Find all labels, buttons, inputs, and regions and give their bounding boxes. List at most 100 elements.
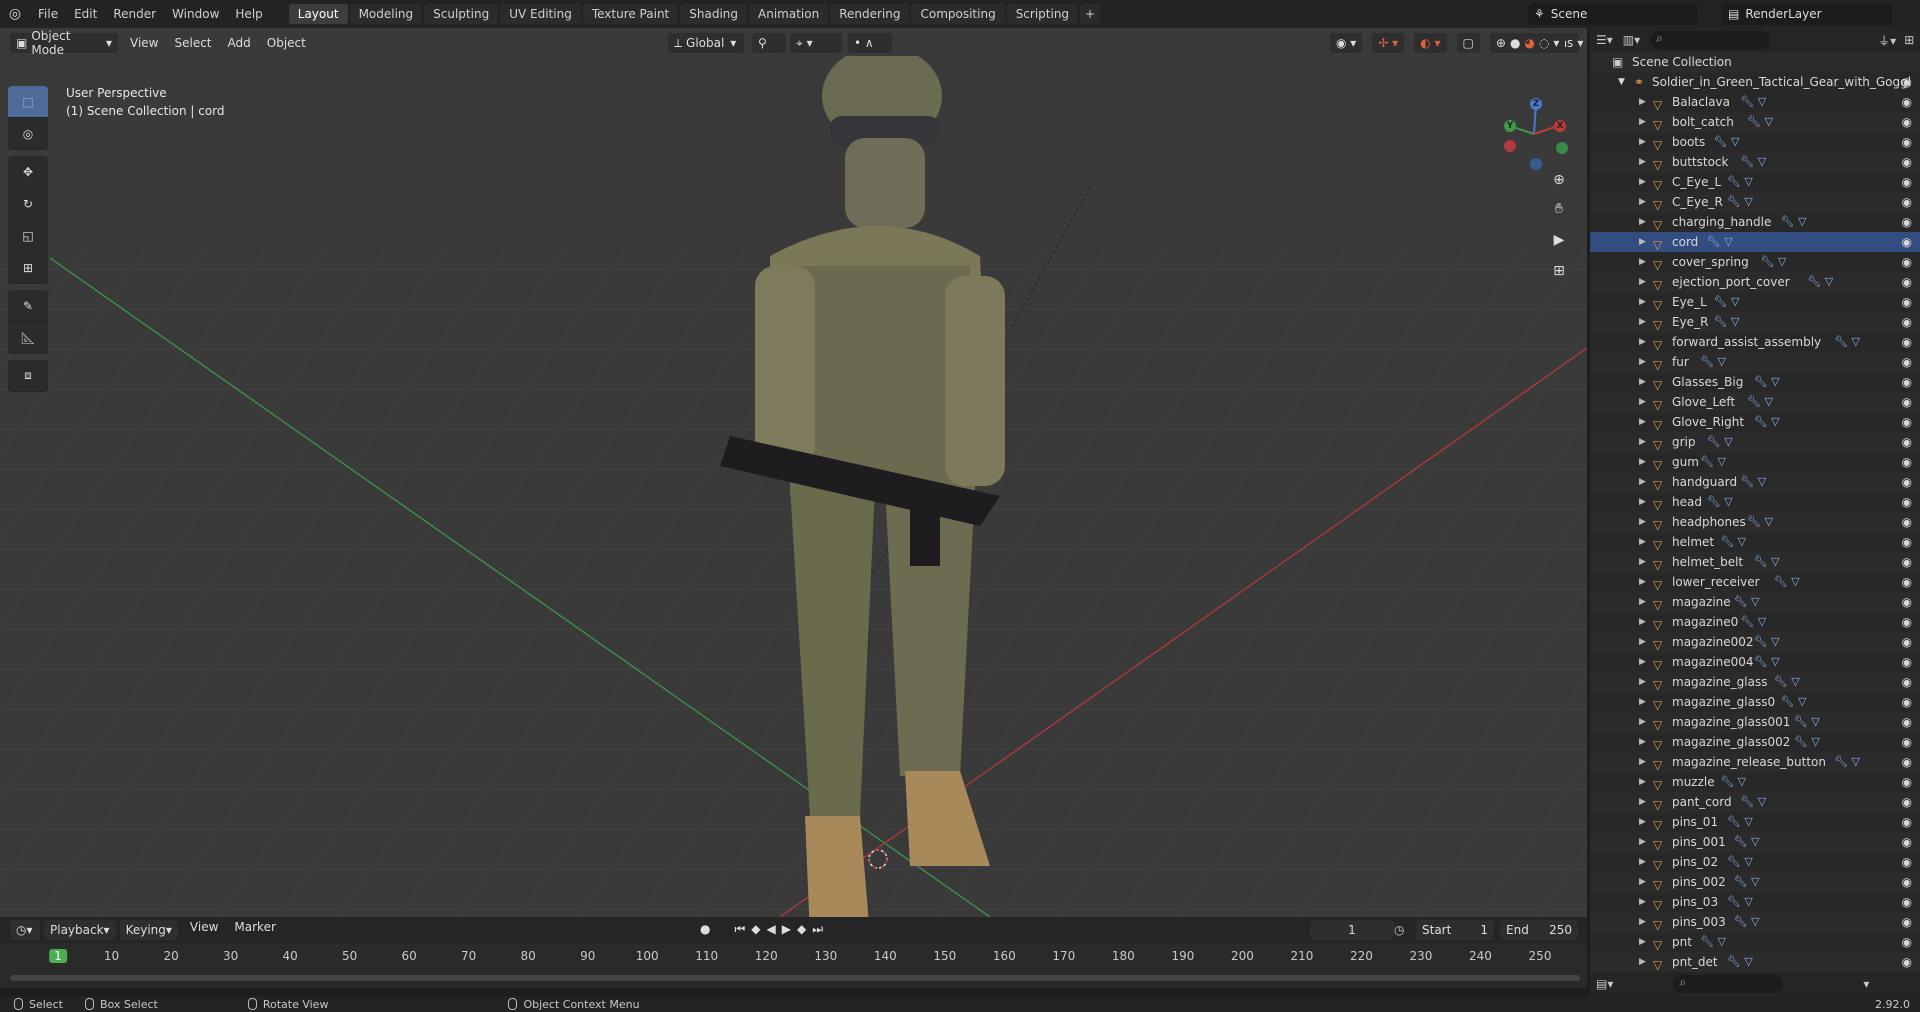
outliner-item[interactable]: ▶ ▽ fur 🔧︎ ▽ ◉ [1590,352,1920,372]
outliner-item[interactable]: ▶ ▽ lower_receiver 🔧︎ ▽ ◉ [1590,572,1920,592]
outliner-item[interactable]: ▶ ▽ magazine002 🔧︎ ▽ ◉ [1590,632,1920,652]
expand-triangle-icon[interactable]: ▶ [1639,812,1646,832]
modifier-icon[interactable]: 🔧︎ ▽ [1747,112,1773,132]
expand-triangle-icon[interactable]: ▶ [1639,232,1646,252]
eye-icon[interactable]: ◉ [1902,512,1912,532]
viewport-menu-object[interactable]: Object [259,36,314,50]
expand-triangle-icon[interactable]: ▶ [1639,172,1646,192]
modifier-icon[interactable]: 🔧︎ ▽ [1727,892,1753,912]
outliner-item[interactable]: ▶ ▽ head 🔧︎ ▽ ◉ [1590,492,1920,512]
eye-icon[interactable]: ◉ [1902,132,1912,152]
eye-icon[interactable]: ◉ [1902,552,1912,572]
orientation-dropdown[interactable]: ⟂ Global ▾ [668,33,744,53]
add-cube-tool[interactable]: ⧈ [8,360,48,392]
modifier-icon[interactable]: 🔧︎ ▽ [1754,412,1780,432]
eye-icon[interactable]: ◉ [1902,752,1912,772]
move-tool[interactable]: ✥ [8,156,48,188]
modifier-icon[interactable]: 🔧︎ ▽ [1727,172,1753,192]
view-mode-icon[interactable]: ▥▾ [1623,33,1640,47]
solid-shading-icon[interactable]: ● [1510,36,1520,50]
modifier-icon[interactable]: 🔧︎ ▽ [1720,772,1746,792]
modifier-icon[interactable]: 🔧︎ ▽ [1781,692,1807,712]
modifier-icon[interactable]: 🔧︎ ▽ [1760,252,1786,272]
proportional-edit-button[interactable]: • ∧ [848,33,892,53]
scale-tool[interactable]: ◱ [8,220,48,252]
modifier-icon[interactable]: 🔧︎ ▽ [1754,652,1780,672]
modifier-icon[interactable]: 🔧︎ ▽ [1740,92,1766,112]
3d-cursor-icon[interactable] [863,844,893,874]
expand-triangle-icon[interactable]: ▶ [1639,732,1646,752]
measure-tool[interactable]: 📐︎ [8,322,48,354]
outliner-item[interactable]: ▶ ▽ pant_cord 🔧︎ ▽ ◉ [1590,792,1920,812]
outliner-item[interactable]: ▶ ▽ bolt_catch 🔧︎ ▽ ◉ [1590,112,1920,132]
expand-triangle-icon[interactable]: ▶ [1639,152,1646,172]
eye-icon[interactable]: ◉ [1902,532,1912,552]
shading-modes[interactable]: ⊕ ● ◕ ◌ ▾ [1489,33,1566,53]
expand-triangle-icon[interactable]: ▶ [1639,292,1646,312]
eye-icon[interactable]: ◉ [1902,372,1912,392]
outliner-item[interactable]: ▶ ▽ C_Eye_R 🔧︎ ▽ ◉ [1590,192,1920,212]
outliner-item[interactable]: ▶ ▽ pins_01 🔧︎ ▽ ◉ [1590,812,1920,832]
eye-icon[interactable]: ◉ [1902,912,1912,932]
expand-triangle-icon[interactable]: ▶ [1639,472,1646,492]
outliner-item[interactable]: ▶ ▽ magazine 🔧︎ ▽ ◉ [1590,592,1920,612]
expand-triangle-icon[interactable]: ▶ [1639,412,1646,432]
scene-collection-row[interactable]: ▣ Scene Collection [1590,52,1920,72]
x-axis-icon[interactable]: X [1554,120,1566,132]
outliner-item[interactable]: ▶ ▽ Glasses_Big 🔧︎ ▽ ◉ [1590,372,1920,392]
menu-render[interactable]: Render [105,0,164,28]
modifier-icon[interactable]: 🔧︎ ▽ [1834,752,1860,772]
eye-icon[interactable]: ◉ [1902,392,1912,412]
expand-triangle-icon[interactable]: ▶ [1639,532,1646,552]
outliner-item[interactable]: ▶ ▽ Eye_R 🔧︎ ▽ ◉ [1590,312,1920,332]
eye-icon[interactable]: ◉ [1902,192,1912,212]
modifier-icon[interactable]: 🔧︎ ▽ [1734,912,1760,932]
expand-triangle-icon[interactable]: ▶ [1639,432,1646,452]
eye-icon[interactable]: ◉ [1902,272,1912,292]
tab-modeling[interactable]: Modeling [349,4,423,24]
outliner-item[interactable]: ▶ ▽ magazine0 🔧︎ ▽ ◉ [1590,612,1920,632]
outliner-item[interactable]: ▶ ▽ charging_handle 🔧︎ ▽ ◉ [1590,212,1920,232]
modifier-icon[interactable]: 🔧︎ ▽ [1754,372,1780,392]
add-workspace-button[interactable]: + [1080,4,1101,24]
editor-type-dropdown[interactable]: ◷▾ [10,920,40,940]
z-axis-icon[interactable]: Z [1530,98,1542,110]
expand-triangle-icon[interactable]: ▶ [1639,612,1646,632]
collection-row[interactable]: ▼ ⚭ Soldier_in_Green_Tactical_Gear_with_… [1590,72,1920,92]
tab-animation[interactable]: Animation [749,4,829,24]
outliner-item[interactable]: ▶ ▽ muzzle 🔧︎ ▽ ◉ [1590,772,1920,792]
expand-triangle-icon[interactable]: ▶ [1639,652,1646,672]
gizmo-toggle[interactable]: ✢ ▾ [1372,33,1405,53]
expand-triangle-icon[interactable]: ▶ [1639,512,1646,532]
eye-icon[interactable]: ◉ [1902,632,1912,652]
outliner-item[interactable]: ▶ ▽ pins_03 🔧︎ ▽ ◉ [1590,892,1920,912]
menu-edit[interactable]: Edit [66,0,105,28]
outliner-item[interactable]: ▶ ▽ pnt 🔧︎ ▽ ◉ [1590,932,1920,952]
modifier-icon[interactable]: 🔧︎ ▽ [1794,732,1820,752]
modifier-icon[interactable]: 🔧︎ ▽ [1727,852,1753,872]
outliner-item[interactable]: ▶ ▽ Eye_L 🔧︎ ▽ ◉ [1590,292,1920,312]
outliner-search-input[interactable]: ⌕ [1650,31,1771,49]
expand-triangle-icon[interactable]: ▶ [1639,92,1646,112]
expand-triangle-icon[interactable]: ▶ [1639,852,1646,872]
viewport-menu-view[interactable]: View [122,36,166,50]
editor-type-icon[interactable]: ▤▾ [1596,977,1613,991]
jump-end-icon[interactable]: ⏭ [812,922,823,937]
outliner-item[interactable]: ▶ ▽ magazine004 🔧︎ ▽ ◉ [1590,652,1920,672]
expand-triangle-icon[interactable]: ▶ [1639,312,1646,332]
outliner-item[interactable]: ▶ ▽ magazine_glass001 🔧︎ ▽ ◉ [1590,712,1920,732]
outliner-item[interactable]: ▶ ▽ cord 🔧︎ ▽ ◉ [1590,232,1920,252]
timeline-menu-marker[interactable]: Marker [226,920,283,940]
eye-icon[interactable]: ◉ [1902,72,1912,92]
view-layer-selector[interactable]: ▤ RenderLayer [1722,3,1892,25]
expand-triangle-icon[interactable]: ▶ [1639,212,1646,232]
chevron-down-icon[interactable]: ▾ [1863,977,1869,991]
timeline-scrollbar[interactable] [10,975,1580,981]
outliner-item[interactable]: ▶ ▽ pnt_det 🔧︎ ▽ ◉ [1590,952,1920,972]
eye-icon[interactable]: ◉ [1902,792,1912,812]
outliner-item[interactable]: ▶ ▽ C_Eye_L 🔧︎ ▽ ◉ [1590,172,1920,192]
modifier-icon[interactable]: 🔧︎ ▽ [1774,572,1800,592]
expand-triangle-icon[interactable]: ▶ [1639,932,1646,952]
eye-icon[interactable]: ◉ [1902,732,1912,752]
3d-viewport[interactable]: ▣ Object Mode ▾ View Select Add Object ⟂ Gl… [0,28,1587,917]
